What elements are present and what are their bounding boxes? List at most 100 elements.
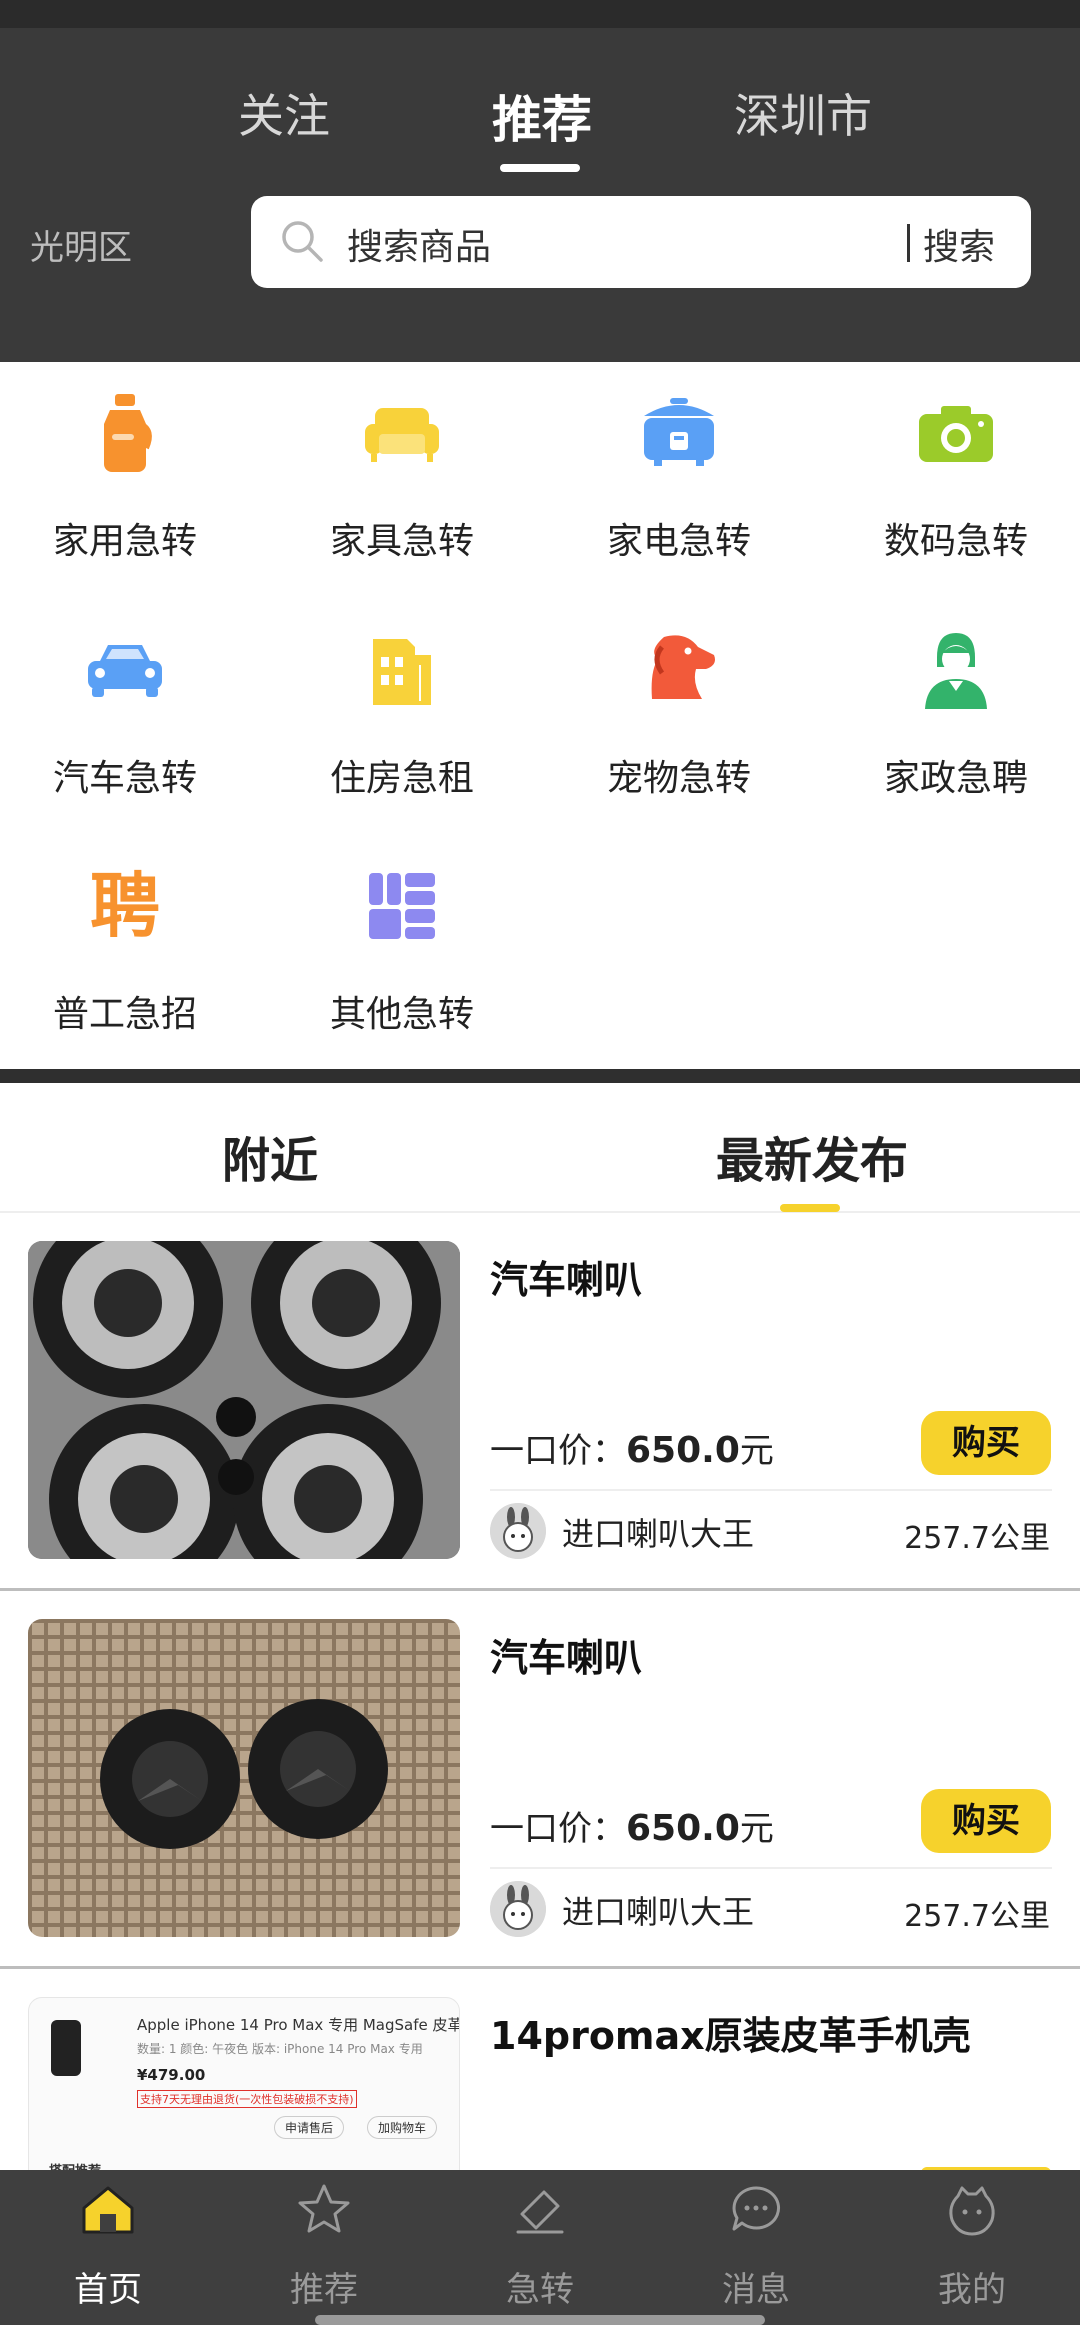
category-label: 普工急招 — [52, 994, 197, 1035]
divider — [490, 1489, 1052, 1491]
rice-cooker-icon — [644, 398, 714, 466]
price-value: 650.0 — [626, 1808, 740, 1849]
tab-recommend[interactable]: 推荐 — [492, 80, 592, 152]
nav-label: 推荐 — [290, 2270, 358, 2310]
tag-icon — [516, 2190, 564, 2234]
search-divider — [907, 224, 910, 262]
distance: 257.7公里 — [904, 1899, 1050, 1934]
header-tabs: 关注 推荐 深圳市 — [0, 80, 1080, 180]
category-furniture[interactable]: 家具急转 — [277, 372, 527, 572]
seller-name: 进口喇叭大王 — [562, 1515, 755, 1553]
status-strip — [0, 0, 1080, 28]
nav-urgent[interactable]: 急转 — [432, 2170, 648, 2325]
seller-name: 进口喇叭大王 — [562, 1893, 755, 1931]
search-button[interactable]: 搜索 — [923, 218, 995, 270]
category-label: 汽车急转 — [52, 758, 197, 799]
order-price: ¥479.00 — [137, 2066, 206, 2084]
nav-label: 首页 — [74, 2270, 142, 2310]
list-item[interactable]: Apple iPhone 14 Pro Max 专用 MagSafe 皮革 数量… — [0, 1969, 1080, 2197]
search-icon — [282, 221, 323, 262]
dog-icon — [651, 635, 715, 699]
category-label: 住房急租 — [329, 758, 474, 799]
hire-character-icon: 聘 — [90, 865, 160, 947]
phone-case-thumb — [51, 2020, 81, 2076]
sofa-icon — [365, 408, 439, 462]
nav-label: 急转 — [506, 2270, 574, 2310]
detergent-bottle-icon — [104, 394, 152, 472]
list-item[interactable]: 汽车喇叭 一口价：650.0元 购买 进口喇叭大王 257.7公里 — [0, 1213, 1080, 1591]
category-appliances[interactable]: 家电急转 — [554, 372, 804, 572]
speaker-covers-photo — [28, 1619, 460, 1937]
tab-active-indicator — [500, 164, 580, 172]
product-image[interactable] — [28, 1241, 460, 1559]
list-item[interactable]: 汽车喇叭 一口价：650.0元 购买 进口喇叭大王 257.7公里 — [0, 1591, 1080, 1969]
chat-bubble-icon — [732, 2186, 781, 2231]
product-title: 汽车喇叭 — [490, 1636, 643, 1680]
tab-city[interactable]: 深圳市 — [734, 80, 872, 146]
housekeeper-icon — [925, 633, 987, 709]
category-grid: 家用急转 家具急转 家电急转 数码急转 汽车急转 住房急租 宠物急转 家政急聘 … — [0, 362, 1080, 1069]
after-sales-button: 申请售后 — [274, 2116, 345, 2139]
camera-icon — [919, 406, 993, 462]
nav-label: 消息 — [722, 2270, 790, 2310]
nav-label: 我的 — [938, 2270, 1006, 2310]
category-general-labor[interactable]: 聘 普工急招 — [0, 845, 250, 1045]
buy-button[interactable]: 购买 — [921, 1789, 1051, 1853]
category-label: 家电急转 — [606, 521, 751, 562]
star-icon — [298, 2184, 350, 2233]
feed-tab-indicator — [780, 1204, 840, 1212]
category-pets[interactable]: 宠物急转 — [554, 609, 804, 809]
category-label: 家用急转 — [52, 521, 197, 562]
category-housekeeping[interactable]: 家政急聘 — [831, 609, 1080, 809]
category-housing[interactable]: 住房急租 — [277, 609, 527, 809]
bottom-nav: 首页 推荐 急转 消息 我的 — [0, 2170, 1080, 2325]
price-label: 一口价： — [490, 1431, 626, 1471]
section-divider — [0, 1069, 1080, 1083]
search-placeholder: 搜索商品 — [347, 227, 492, 268]
header: 关注 推荐 深圳市 光明区 搜索商品 搜索 — [0, 0, 1080, 362]
grid-apps-icon — [369, 873, 435, 939]
search-input[interactable]: 搜索商品 搜索 — [251, 196, 1031, 288]
speakers-photo — [28, 1241, 460, 1559]
category-label: 数码急转 — [883, 521, 1028, 562]
price-unit: 元 — [739, 1431, 774, 1471]
tab-follow[interactable]: 关注 — [238, 80, 330, 146]
district-selector[interactable]: 光明区 — [30, 220, 132, 269]
feed-tabs: 附近 最新发布 — [0, 1083, 1080, 1213]
price-unit: 元 — [739, 1809, 774, 1849]
buy-button[interactable]: 购买 — [921, 1411, 1051, 1475]
order-specs: 数量: 1 颜色: 午夜色 版本: iPhone 14 Pro Max 专用 — [137, 2042, 423, 2056]
category-car[interactable]: 汽车急转 — [0, 609, 250, 809]
building-icon — [373, 639, 431, 705]
category-others[interactable]: 其他急转 — [277, 845, 527, 1045]
product-image[interactable] — [28, 1619, 460, 1937]
category-label: 其他急转 — [329, 994, 474, 1035]
product-image[interactable]: Apple iPhone 14 Pro Max 专用 MagSafe 皮革 数量… — [28, 1997, 460, 2197]
tab-latest[interactable]: 最新发布 — [716, 1121, 908, 1191]
order-return-note: 支持7天无理由退货(一次性包装破损不支持) — [137, 2090, 357, 2108]
nav-messages[interactable]: 消息 — [648, 2170, 864, 2325]
order-product-name: Apple iPhone 14 Pro Max 专用 MagSafe 皮革 — [137, 2016, 460, 2034]
price-label: 一口价： — [490, 1809, 626, 1849]
tab-nearby[interactable]: 附近 — [222, 1121, 318, 1191]
price-value: 650.0 — [626, 1430, 740, 1471]
rabbit-avatar-icon — [490, 1503, 546, 1559]
add-cart-button: 加购物车 — [367, 2116, 438, 2139]
avatar[interactable] — [490, 1503, 546, 1559]
distance: 257.7公里 — [904, 1521, 1050, 1556]
face-icon — [949, 2186, 995, 2236]
nav-recommend[interactable]: 推荐 — [216, 2170, 432, 2325]
category-household[interactable]: 家用急转 — [0, 372, 250, 572]
product-title: 汽车喇叭 — [490, 1258, 643, 1302]
avatar[interactable] — [490, 1881, 546, 1937]
category-digital[interactable]: 数码急转 — [831, 372, 1080, 572]
home-indicator — [315, 2315, 765, 2325]
price: 一口价：650.0元 — [490, 1423, 774, 1472]
home-icon — [82, 2186, 134, 2234]
price: 一口价：650.0元 — [490, 1801, 774, 1850]
nav-home[interactable]: 首页 — [0, 2170, 216, 2325]
divider — [490, 1867, 1052, 1869]
product-title: 14promax原装皮革手机壳 — [490, 2014, 971, 2058]
nav-profile[interactable]: 我的 — [864, 2170, 1080, 2325]
category-label: 家具急转 — [329, 521, 474, 562]
